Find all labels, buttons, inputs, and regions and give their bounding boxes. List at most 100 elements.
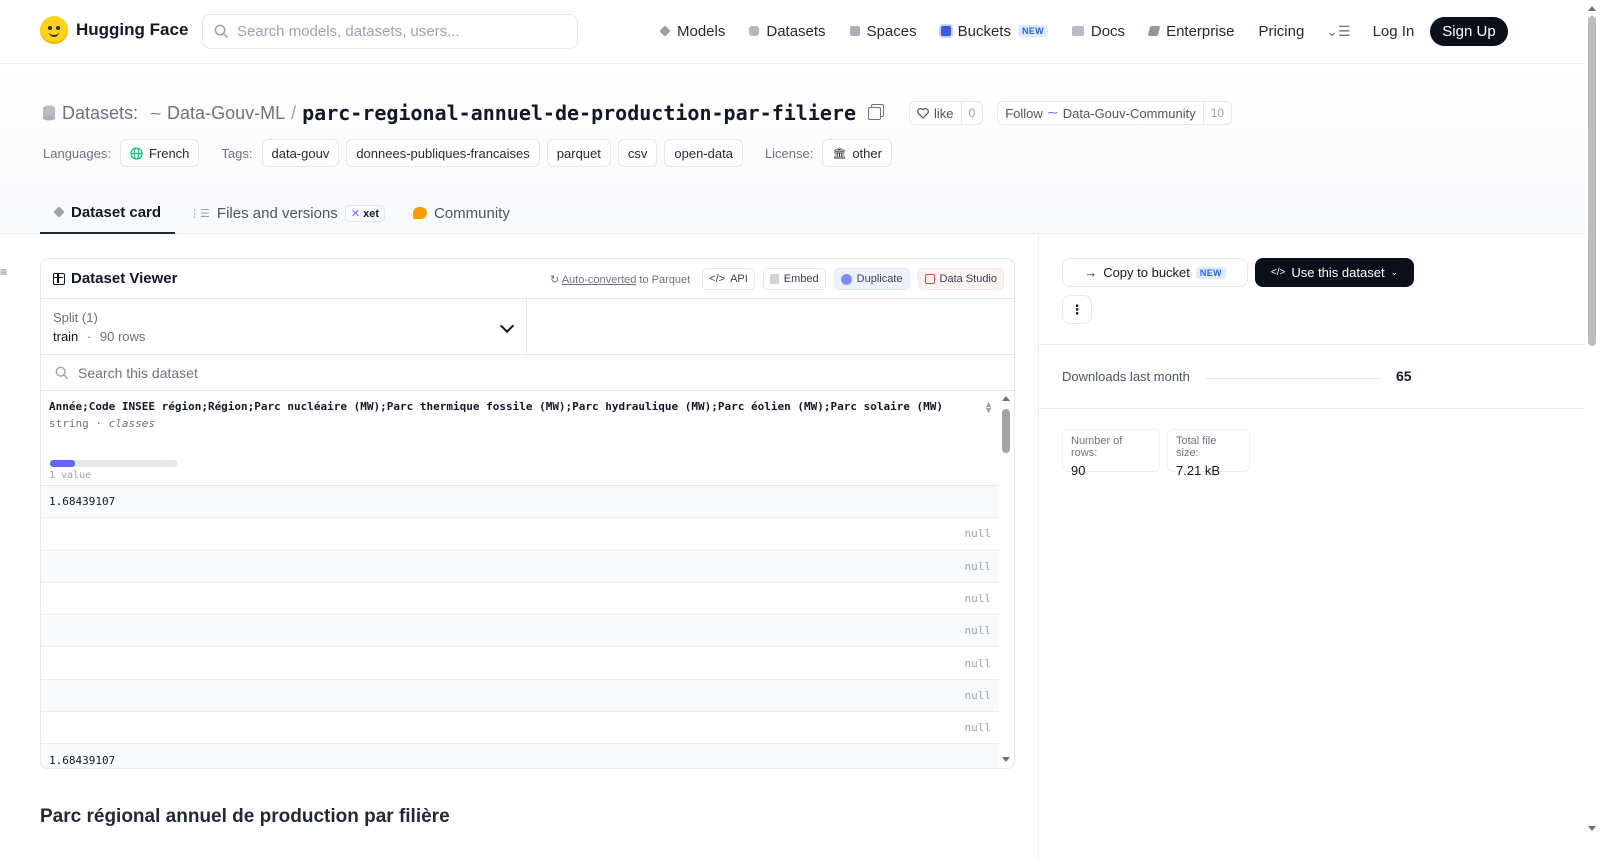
split-name: train: [53, 329, 79, 344]
tab-files-and-versions[interactable]: ⋮☰ Files and versions ✕ xet: [175, 192, 399, 234]
tag-parquet[interactable]: parquet: [546, 139, 611, 167]
column-stat: 1 value: [49, 470, 92, 481]
table-row[interactable]: 1.68439107: [41, 744, 999, 768]
tag-data-gouv[interactable]: data-gouv: [261, 139, 340, 167]
scrollbar-thumb[interactable]: [1002, 409, 1010, 453]
stat-rows-value: 90: [1071, 463, 1086, 478]
divider: [1039, 344, 1585, 345]
global-search-input[interactable]: [237, 23, 557, 40]
column-type: string · classes: [49, 417, 155, 430]
nav-datasets[interactable]: Datasets: [737, 15, 837, 47]
nav-pricing[interactable]: Pricing: [1246, 15, 1316, 47]
book-icon: [1071, 26, 1084, 36]
tag-label: csv: [627, 145, 648, 161]
grid-icon: [849, 26, 860, 36]
table-row[interactable]: null: [41, 550, 999, 583]
table-row[interactable]: null: [41, 583, 999, 616]
language-tag[interactable]: French: [119, 139, 200, 167]
auto-converted-link[interactable]: Auto-converted: [562, 274, 637, 286]
bucket-icon: [940, 26, 951, 36]
nav-models[interactable]: Models: [648, 15, 737, 47]
brand-logo[interactable]: Hugging Face: [40, 16, 188, 44]
license-tag[interactable]: 🏛 other: [822, 139, 892, 167]
tag-csv[interactable]: csv: [617, 139, 658, 167]
nav-buckets[interactable]: Buckets NEW: [929, 15, 1060, 47]
language-tag-label: French: [148, 145, 190, 161]
table-row[interactable]: null: [41, 647, 999, 680]
cell-null: null: [964, 592, 992, 606]
page-scrollbar[interactable]: [1585, 0, 1600, 861]
dataset-search-input[interactable]: [78, 364, 478, 381]
table-row[interactable]: null: [41, 712, 999, 745]
card-section-title: Parc régional annuel de production par f…: [40, 806, 450, 827]
sidebar-divider: [1038, 234, 1039, 861]
tab-community[interactable]: Community: [399, 192, 524, 234]
nav-models-label: Models: [677, 22, 726, 40]
more-menu-icon[interactable]: ⌄☰: [1316, 23, 1360, 40]
embed-button[interactable]: Embed: [762, 268, 826, 290]
nav-enterprise[interactable]: Enterprise: [1137, 15, 1246, 47]
scroll-down-icon[interactable]: [1002, 757, 1010, 762]
column-name[interactable]: Année;Code INSEE région;Région;Parc nucl…: [49, 400, 974, 413]
scroll-up-icon[interactable]: [1002, 396, 1010, 401]
copy-to-bucket-button[interactable]: → Copy to bucket NEW: [1062, 258, 1248, 287]
tab-dataset-card[interactable]: Dataset card: [40, 192, 176, 234]
duplicate-button[interactable]: Duplicate: [833, 268, 910, 290]
auto-converted-rest: to Parquet: [639, 273, 691, 286]
tab-dataset-card-label: Dataset card: [71, 203, 162, 221]
downloads-value: 65: [1396, 368, 1412, 384]
cell-null: null: [964, 688, 992, 702]
split-value: train · 90 rows: [53, 329, 145, 344]
nav-spaces[interactable]: Spaces: [838, 15, 929, 47]
scrollbar-thumb[interactable]: [1588, 16, 1596, 346]
column-histogram[interactable]: [50, 460, 177, 467]
copy-icon[interactable]: [868, 106, 881, 120]
scroll-down-icon[interactable]: [1588, 826, 1596, 831]
data-studio-button[interactable]: Data Studio: [917, 268, 1004, 290]
table-row[interactable]: null: [41, 679, 999, 713]
chevron-down-icon: ⌄: [1390, 267, 1399, 277]
cell-null: null: [964, 624, 992, 638]
split-dot: ·: [86, 329, 92, 344]
cell-value: 1.68439107: [49, 495, 116, 509]
copy-to-bucket-label: Copy to bucket: [1103, 265, 1190, 280]
viewer-scrollbar[interactable]: [1000, 394, 1012, 764]
sort-icon[interactable]: ▲ ▼: [984, 400, 993, 415]
dataset-name[interactable]: parc-regional-annuel-de-production-par-f…: [302, 101, 856, 125]
column-kind: classes: [108, 417, 155, 430]
tag-label: parquet: [556, 145, 601, 161]
main-nav: Models Datasets Spaces Buckets NEW Docs …: [648, 15, 1508, 47]
data-studio-button-label: Data Studio: [939, 273, 997, 285]
nav-spaces-label: Spaces: [866, 22, 917, 40]
sidebar-toggle-icon[interactable]: ≡: [0, 265, 7, 279]
hugging-face-logo-icon: [40, 16, 68, 44]
split-rows: 90 rows: [99, 329, 146, 344]
nav-docs[interactable]: Docs: [1060, 15, 1137, 47]
table-row[interactable]: 1.68439107: [41, 486, 999, 519]
follow-button[interactable]: Follow ⁓ Data-Gouv-Community 10: [997, 101, 1233, 125]
follow-label: Follow: [1005, 105, 1043, 121]
like-button[interactable]: like 0: [909, 101, 984, 125]
login-link[interactable]: Log In: [1361, 23, 1427, 40]
use-this-dataset-button[interactable]: </> Use this dataset ⌄: [1255, 258, 1414, 287]
global-search[interactable]: [202, 14, 578, 49]
table-row[interactable]: null: [41, 518, 999, 551]
more-options-icon[interactable]: ⋮: [1062, 295, 1092, 324]
tab-files-label: Files and versions: [216, 204, 338, 222]
globe-icon: [130, 146, 143, 160]
signup-button[interactable]: Sign Up: [1430, 16, 1508, 46]
scroll-up-icon[interactable]: [1588, 6, 1596, 11]
table-row[interactable]: null: [41, 615, 999, 648]
dataset-search[interactable]: [41, 355, 1014, 391]
duplicate-button-label: Duplicate: [856, 273, 903, 285]
dataset-icon: [43, 105, 55, 121]
cube-icon: [659, 25, 671, 37]
breadcrumb-org[interactable]: Data-Gouv-ML: [167, 103, 285, 124]
tag-donnees-publiques[interactable]: donnees-publiques-francaises: [346, 139, 540, 167]
stat-size-label: Total file size:: [1176, 435, 1217, 459]
column-type-sep: ·: [95, 417, 102, 430]
split-selector[interactable]: Split (1) train · 90 rows: [41, 299, 527, 355]
tag-open-data[interactable]: open-data: [664, 139, 743, 167]
code-icon: </>: [709, 273, 726, 285]
api-button[interactable]: </> API: [702, 268, 755, 290]
